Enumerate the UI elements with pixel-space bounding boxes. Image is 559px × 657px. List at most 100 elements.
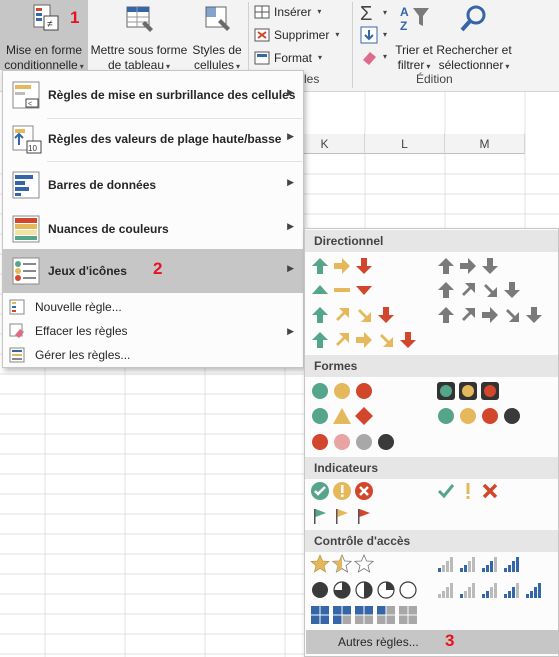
x-circle-icon (355, 482, 373, 500)
menu-item-top-bottom-rules[interactable]: 10 Règles des valeurs de plage haute/bas… (3, 117, 303, 161)
color-scales-icon (12, 215, 40, 243)
icon-set-5-arrows-gray[interactable] (436, 305, 544, 325)
cell-styles-button[interactable]: Styles de cellules ▾ (190, 0, 244, 72)
icon-set-3-symbols[interactable] (436, 481, 500, 501)
icon-set-3-traffic-lights[interactable] (310, 381, 374, 401)
sort-filter-label-1: Trier et (395, 43, 433, 57)
menu-item-highlight-rules[interactable]: < Règles de mise en surbrillance des cel… (3, 73, 303, 117)
conditional-formatting-icon: ≠ (33, 4, 59, 31)
edit-group-label: Édition (416, 72, 453, 86)
icon-set-4-ratings[interactable] (436, 554, 522, 574)
icon-set-5-boxes[interactable] (310, 605, 418, 625)
signal-bars-1-icon (438, 557, 453, 572)
svg-text:≠: ≠ (47, 19, 53, 30)
arrow-up-icon (312, 332, 328, 348)
section-header-ratings: Contrôle d'accès (305, 530, 558, 552)
fill-icon[interactable] (360, 26, 378, 44)
arrow-right-icon (356, 332, 372, 348)
svg-text:Z: Z (400, 19, 407, 33)
delete-button[interactable]: Supprimer ▾ (254, 24, 339, 46)
menu-item-clear-rules[interactable]: Effacer les règles ▶ (3, 319, 303, 343)
menu-item-color-scales[interactable]: Nuances de couleurs ▶ (3, 207, 303, 251)
arrow-right-gray-icon (482, 307, 498, 323)
check-circle-icon (311, 482, 329, 500)
icon-set-3-traffic-lights-rimmed[interactable] (436, 381, 500, 401)
menu-item-new-rule[interactable]: Nouvelle règle... (3, 295, 303, 319)
icon-set-5-arrows-colored[interactable] (310, 330, 418, 350)
icon-set-3-flags[interactable] (310, 506, 374, 526)
format-label: Format (274, 51, 313, 65)
icon-set-5-quarters[interactable] (310, 580, 418, 600)
caret-down-icon: ▾ (317, 7, 322, 16)
magnifier-search-icon (460, 5, 486, 32)
circle-green-icon (438, 408, 454, 424)
star-half-icon (332, 554, 352, 573)
format-button[interactable]: Format ▾ (254, 47, 322, 69)
icon-set-red-to-black[interactable] (310, 432, 396, 452)
menu-separator (47, 161, 302, 162)
pie-quarter-icon (377, 581, 395, 599)
icon-set-3-symbols-circled[interactable] (310, 481, 374, 501)
arrow-down-right-gray-icon (484, 284, 497, 297)
icon-set-4-arrows-colored[interactable] (310, 305, 396, 325)
icon-set-4-traffic-lights[interactable] (436, 406, 522, 426)
pie-half-icon (355, 581, 373, 599)
cond-format-label-1: Mise en forme (5, 43, 83, 57)
sort-filter-button[interactable]: A Z Trier et filtrer ▾ (393, 0, 435, 72)
format-as-table-button[interactable]: Mettre sous forme de tableau ▾ (89, 0, 189, 72)
triangle-down-icon (356, 286, 372, 295)
circle-red-icon (482, 408, 498, 424)
arrow-right-gray-icon (460, 258, 476, 274)
arrow-up-gray-icon (438, 258, 454, 274)
find-select-button[interactable]: Rechercher et sélectionner ▾ (436, 0, 512, 72)
diamond-red-icon (355, 407, 373, 425)
signal-bars-2-icon (460, 557, 475, 572)
icon-set-3-arrows-colored[interactable] (310, 256, 374, 276)
arrow-up-right-icon (336, 333, 349, 346)
svg-text:Σ: Σ (360, 3, 372, 24)
arrow-down-icon (400, 332, 416, 348)
icon-sets-submenu: Directionnel Formes Indicateurs Contrôle… (304, 228, 559, 657)
more-rules-label: Autres règles... (338, 635, 419, 649)
arrow-down-gray-icon (482, 258, 498, 274)
icon-set-3-stars[interactable] (310, 554, 374, 574)
circle-red-icon (312, 434, 328, 450)
icon-set-3-signs[interactable] (310, 406, 374, 426)
check-icon (437, 484, 455, 499)
arrow-up-icon (312, 258, 328, 274)
autosum-icon[interactable]: Σ (358, 2, 380, 24)
arrow-down-right-icon (380, 334, 393, 347)
arrow-right-icon (334, 258, 350, 274)
icon-set-3-arrows-gray[interactable] (436, 256, 500, 276)
clear-rules-icon (9, 323, 24, 338)
light-yellow-icon (459, 382, 477, 400)
signal-bars-4-icon (504, 557, 519, 572)
insert-button[interactable]: Insérer ▾ (254, 1, 321, 23)
column-header-m[interactable]: M (445, 134, 525, 154)
menu-item-manage-rules[interactable]: Gérer les règles... (3, 343, 303, 367)
icon-set-5-ratings[interactable] (436, 580, 544, 600)
column-header-l[interactable]: L (365, 134, 445, 154)
cells-group-label: les (304, 72, 320, 86)
submenu-arrow-icon: ▶ (287, 325, 294, 336)
format-table-label-1: Mettre sous forme (90, 43, 188, 57)
submenu-arrow-icon: ▶ (287, 263, 294, 273)
menu-item-label: Gérer les règles... (35, 348, 131, 362)
clear-eraser-icon[interactable] (360, 48, 378, 66)
more-rules-button[interactable]: Autres règles... (306, 630, 558, 654)
circle-black-icon (378, 434, 394, 450)
circle-green-icon (312, 383, 328, 399)
caret-down-icon: ▾ (383, 52, 388, 61)
dash-icon (334, 288, 350, 292)
format-cells-icon (254, 51, 270, 65)
find-select-label-1: Rechercher et (436, 43, 512, 57)
arrow-up-right-gray-icon (462, 283, 475, 296)
icon-set-3-triangles[interactable] (310, 280, 374, 300)
menu-item-data-bars[interactable]: Barres de données ▶ (3, 163, 303, 207)
sort-filter-icon: A Z (400, 5, 429, 33)
icon-set-4-arrows-gray[interactable] (436, 280, 522, 300)
menu-item-label: Règles des valeurs de plage haute/basse (48, 132, 282, 146)
signal-bars-2-icon (482, 583, 497, 598)
circle-green-icon (312, 408, 328, 424)
circle-red-icon (356, 383, 372, 399)
